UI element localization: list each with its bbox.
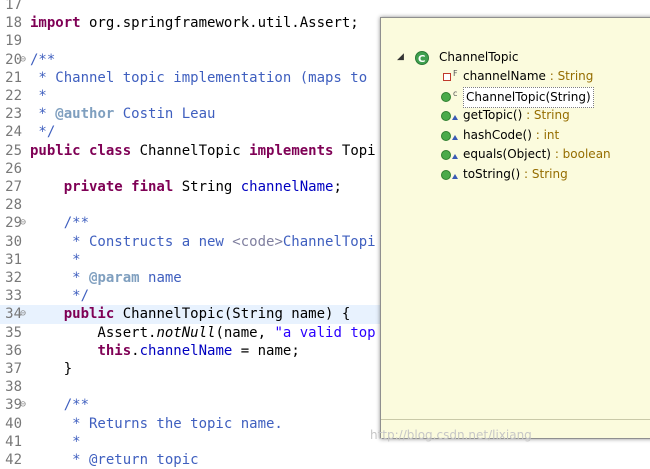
public-method-icon [441, 169, 451, 180]
code-text: * [30, 251, 81, 268]
code-text: * [30, 433, 81, 450]
public-marker-icon [452, 115, 458, 120]
outline-class-label: ChannelTopic [439, 50, 519, 64]
code-text: * @author Costin Leau [30, 106, 216, 123]
code-text: * Constructs a new <code>ChannelTopi [30, 233, 376, 250]
outline-member-item[interactable]: FchannelName : String [381, 67, 650, 86]
code-text: * Returns the topic name. [30, 415, 283, 432]
code-text: * [30, 88, 47, 104]
public-method-icon [441, 130, 451, 141]
code-text: private final String channelName; [63, 179, 342, 195]
member-name: equals(Object) [463, 147, 551, 161]
outline-member-label: hashCode() : int [463, 126, 559, 145]
line-number: 40 [5, 415, 22, 432]
outline-member-item[interactable]: toString() : String [381, 165, 650, 184]
code-line[interactable]: 42 * @return topic [0, 451, 650, 469]
member-type: : boolean [551, 147, 611, 161]
line-number: 38 [5, 379, 22, 396]
member-type: : String [545, 69, 594, 83]
line-number: 33 [5, 288, 22, 305]
member-type: : int [531, 127, 560, 142]
member-name: ChannelTopic(String) [466, 89, 591, 104]
line-number: 21 [5, 69, 22, 86]
line-number: 35 [5, 324, 22, 341]
code-text: * Channel topic implementation (maps to [30, 69, 368, 86]
line-number: 41 [5, 433, 22, 450]
public-method-icon [441, 150, 451, 160]
line-number: 30 [5, 233, 22, 250]
collapse-arrow-icon[interactable]: ◢ [397, 48, 404, 67]
code-text: */ [30, 288, 90, 305]
line-number: 27 [5, 179, 22, 195]
fold-toggle-icon[interactable]: ⊖ [20, 51, 28, 69]
line-number: 31 [5, 251, 22, 268]
code-text: * @param name [30, 270, 182, 286]
public-method-icon [441, 111, 451, 121]
code-text: public ChannelTopic(String name) { [63, 306, 351, 323]
private-field-icon [443, 73, 451, 81]
line-number: 29 [5, 215, 22, 232]
watermark-text: http://blog.csdn.net/lixiang [370, 428, 532, 442]
outline-member-label: channelName : String [463, 67, 593, 86]
fold-toggle-icon[interactable]: ⊖ [20, 396, 28, 414]
code-text: */ [30, 124, 56, 141]
code-line[interactable]: 17 [0, 0, 650, 14]
line-number: 24 [5, 124, 22, 141]
code-text: } [30, 361, 73, 377]
line-number: 39 [5, 397, 22, 414]
quick-outline-popup[interactable]: ◢ ChannelTopic FchannelName : String c Cha… [380, 17, 650, 439]
code-text: /** [30, 51, 56, 68]
public-marker-icon [452, 154, 458, 159]
code-text: /** [30, 215, 90, 232]
line-number: 20 [5, 51, 22, 68]
modifier-marker-icon: c [453, 88, 458, 98]
code-text: * @return topic [30, 452, 199, 468]
member-type: : String [522, 108, 570, 122]
public-marker-icon [452, 134, 458, 140]
line-number: 42 [5, 452, 22, 468]
outline-class-node[interactable]: ◢ ChannelTopic [381, 48, 650, 69]
code-text: import org.springframework.util.Assert; [30, 15, 359, 32]
line-number: 28 [5, 197, 22, 214]
line-number: 18 [5, 15, 22, 32]
line-number: 26 [5, 160, 22, 177]
outline-member-item[interactable]: c ChannelTopic(String) [381, 86, 650, 108]
class-icon [415, 50, 429, 69]
public-marker-icon [452, 173, 458, 179]
member-name: toString() [463, 166, 521, 181]
outline-member-item[interactable]: getTopic() : String [381, 106, 650, 125]
line-number: 25 [5, 142, 22, 159]
member-name: hashCode() [463, 127, 532, 142]
modifier-marker-icon: F [453, 69, 458, 78]
line-number: 37 [5, 361, 22, 377]
outline-member-item[interactable]: equals(Object) : boolean [381, 145, 650, 164]
line-number: 22 [5, 88, 22, 104]
line-number: 17 [5, 0, 22, 13]
code-text: this.channelName = name; [97, 342, 300, 359]
line-number: 19 [5, 33, 22, 50]
line-number: 32 [5, 270, 22, 286]
line-number: 23 [5, 106, 22, 123]
line-number: 34 [5, 306, 22, 323]
outline-member-item[interactable]: hashCode() : int [381, 126, 650, 145]
member-name: getTopic() [463, 108, 523, 122]
code-text: /** [30, 397, 90, 414]
fold-toggle-icon[interactable]: ⊖ [20, 305, 28, 323]
code-text: public class ChannelTopic implements Top… [30, 142, 376, 159]
fold-toggle-icon[interactable]: ⊖ [20, 214, 28, 232]
constructor-icon [441, 91, 451, 102]
member-type: : String [520, 166, 568, 181]
outline-member-label: equals(Object) : boolean [463, 145, 611, 164]
code-text: Assert.notNull(name, "a valid top [30, 324, 376, 341]
outline-member-label: getTopic() : String [463, 106, 570, 125]
line-number: 36 [5, 342, 22, 359]
outline-member-label: ChannelTopic(String) [463, 86, 594, 108]
outline-member-label: toString() : String [463, 165, 568, 184]
member-name: channelName [463, 69, 546, 83]
